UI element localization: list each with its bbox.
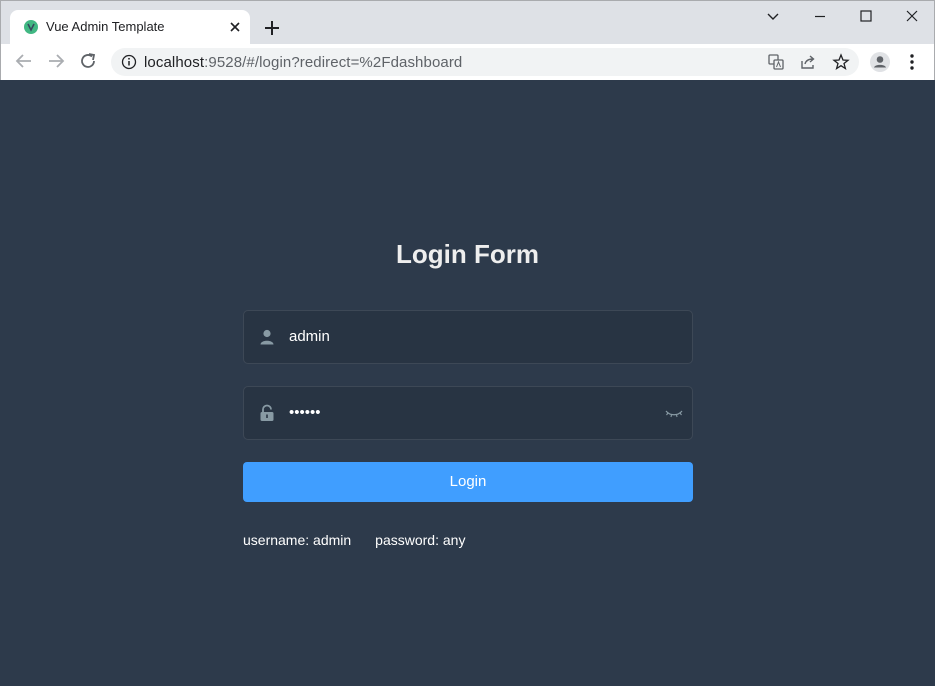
url-path: :9528/#/login?redirect=%2Fdashboard — [204, 54, 463, 71]
url-text: localhost:9528/#/login?redirect=%2Fdashb… — [144, 54, 462, 71]
browser-chrome: Vue Admin Template localhost:9528/#/logi… — [0, 0, 935, 80]
profile-avatar-icon[interactable] — [869, 51, 891, 73]
url-host: localhost — [144, 54, 205, 71]
browser-menu-icon[interactable] — [901, 51, 923, 73]
browser-toolbar: localhost:9528/#/login?redirect=%2Fdashb… — [1, 44, 934, 80]
tab-title: Vue Admin Template — [46, 19, 165, 34]
username-field[interactable]: admin — [243, 310, 693, 364]
login-page: Login Form admin •••••• Login username: … — [1, 80, 934, 685]
maximize-icon[interactable] — [851, 5, 881, 29]
tab-search-chevron-icon[interactable] — [758, 5, 788, 29]
address-bar[interactable]: localhost:9528/#/login?redirect=%2Fdashb… — [111, 48, 859, 76]
password-value: •••••• — [289, 404, 321, 421]
tip-password: password: any — [375, 532, 466, 548]
minimize-icon[interactable] — [805, 5, 835, 29]
password-field[interactable]: •••••• — [243, 386, 693, 440]
vue-favicon-icon — [24, 20, 38, 34]
share-icon[interactable] — [799, 53, 817, 71]
new-tab-icon[interactable] — [261, 17, 283, 39]
user-icon — [260, 329, 274, 345]
username-value: admin — [289, 328, 330, 345]
lock-icon — [260, 404, 274, 421]
close-tab-icon[interactable] — [226, 18, 244, 36]
forward-arrow-icon[interactable] — [45, 50, 67, 72]
tip-username: username: admin — [243, 532, 352, 548]
site-info-icon[interactable] — [121, 54, 137, 70]
page-title: Login Form — [396, 239, 539, 269]
reload-icon[interactable] — [77, 50, 99, 72]
login-button[interactable]: Login — [243, 462, 693, 502]
browser-tab[interactable]: Vue Admin Template — [10, 10, 250, 44]
eye-closed-icon[interactable] — [664, 405, 684, 421]
translate-icon[interactable] — [767, 53, 785, 71]
login-tips: username: admin password: any — [243, 532, 489, 548]
bookmark-star-icon[interactable] — [832, 53, 850, 71]
back-arrow-icon[interactable] — [13, 50, 35, 72]
tab-strip: Vue Admin Template — [1, 1, 934, 44]
close-window-icon[interactable] — [897, 5, 927, 29]
